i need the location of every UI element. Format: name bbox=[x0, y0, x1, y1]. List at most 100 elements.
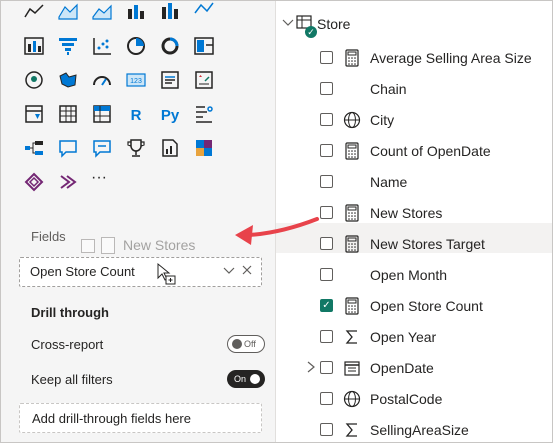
field-checkbox[interactable] bbox=[320, 268, 333, 281]
field-checkbox[interactable] bbox=[320, 237, 333, 250]
field-row[interactable]: Chain bbox=[276, 74, 552, 104]
field-label: Open Year bbox=[370, 329, 437, 345]
table-icon[interactable] bbox=[57, 103, 79, 125]
card-icon[interactable]: 123 bbox=[125, 69, 147, 91]
field-label: Open Store Count bbox=[370, 298, 483, 314]
ribbon-chart-icon[interactable] bbox=[125, 1, 147, 21]
chevron-down-icon[interactable] bbox=[223, 262, 235, 283]
field-checkbox[interactable] bbox=[320, 51, 333, 64]
field-checkbox[interactable] bbox=[320, 175, 333, 188]
field-row[interactable]: OpenDate bbox=[276, 353, 552, 383]
chevron-down-icon[interactable] bbox=[282, 17, 294, 32]
slicer-icon[interactable] bbox=[23, 103, 45, 125]
annotation-arrow-icon bbox=[235, 217, 319, 245]
line-stacked-icon[interactable] bbox=[193, 1, 215, 21]
field-checkbox[interactable] bbox=[320, 113, 333, 126]
map-icon[interactable] bbox=[23, 69, 45, 91]
gauge-icon[interactable] bbox=[91, 69, 113, 91]
ellipsis-icon[interactable]: ··· bbox=[91, 169, 113, 191]
calculator-icon bbox=[343, 297, 361, 315]
drill-through-well[interactable]: Add drill-through fields here bbox=[19, 403, 262, 433]
field-label: New Stores bbox=[370, 205, 443, 221]
globe-icon bbox=[343, 111, 361, 129]
keep-filters-toggle[interactable]: On bbox=[227, 370, 265, 388]
field-label: Name bbox=[370, 174, 408, 190]
svg-text:123: 123 bbox=[130, 78, 142, 85]
multi-row-card-icon[interactable] bbox=[159, 69, 181, 91]
fields-well[interactable]: Open Store Count bbox=[19, 257, 262, 287]
field-row[interactable]: PostalCode bbox=[276, 384, 552, 414]
donut-chart-icon[interactable] bbox=[159, 35, 181, 57]
cross-report-label: Cross-report bbox=[31, 337, 104, 352]
field-label: City bbox=[370, 112, 395, 128]
field-row[interactable]: SellingAreaSize bbox=[276, 415, 552, 442]
smart-narrative-icon[interactable] bbox=[91, 137, 113, 159]
decomposition-tree-icon[interactable] bbox=[23, 137, 45, 159]
chevron-right-icon[interactable] bbox=[306, 359, 316, 378]
field-row[interactable]: City bbox=[276, 105, 552, 135]
field-checkbox[interactable] bbox=[320, 361, 333, 374]
field-checkbox[interactable]: ✓ bbox=[320, 299, 333, 312]
keep-filters-state: On bbox=[234, 374, 247, 384]
matrix-chart-icon[interactable] bbox=[23, 35, 45, 57]
pie-chart-icon[interactable] bbox=[125, 35, 147, 57]
calculator-icon bbox=[343, 235, 361, 253]
field-label: PostalCode bbox=[370, 391, 443, 407]
line-area-chart-icon[interactable] bbox=[57, 1, 79, 21]
field-label: New Stores Target bbox=[370, 236, 485, 252]
field-row[interactable]: Open Year bbox=[276, 322, 552, 352]
calculator-icon bbox=[343, 142, 361, 160]
globe-icon bbox=[343, 390, 361, 408]
field-row[interactable]: Name bbox=[276, 167, 552, 197]
field-checkbox[interactable] bbox=[320, 144, 333, 157]
python-icon[interactable]: Py bbox=[155, 103, 185, 125]
drill-through-title: Drill through bbox=[31, 305, 109, 320]
check-badge-icon: ✓ bbox=[305, 26, 317, 38]
sigma-icon bbox=[343, 328, 361, 346]
calculator-icon bbox=[343, 204, 361, 222]
field-label: Count of OpenDate bbox=[370, 143, 491, 159]
toggle-knob bbox=[250, 374, 260, 384]
toggle-knob bbox=[232, 339, 242, 349]
power-apps-icon[interactable] bbox=[193, 137, 215, 159]
funnel-icon[interactable] bbox=[57, 35, 79, 57]
r-script-icon[interactable]: R bbox=[125, 103, 147, 125]
cross-report-toggle[interactable]: Off bbox=[227, 335, 265, 353]
calendar-icon bbox=[343, 359, 361, 377]
py-label: Py bbox=[161, 107, 180, 124]
field-checkbox[interactable] bbox=[320, 392, 333, 405]
field-row[interactable]: ✓ Open Store Count bbox=[276, 291, 552, 321]
area-chart-icon[interactable] bbox=[23, 1, 45, 21]
field-row[interactable]: Count of OpenDate bbox=[276, 136, 552, 166]
matrix-icon[interactable] bbox=[91, 103, 113, 125]
keep-filters-label: Keep all filters bbox=[31, 372, 113, 387]
field-checkbox[interactable] bbox=[320, 330, 333, 343]
field-checkbox[interactable] bbox=[320, 423, 333, 436]
treemap-icon[interactable] bbox=[193, 35, 215, 57]
stacked-area-icon[interactable] bbox=[91, 1, 113, 21]
drill-through-placeholder: Add drill-through fields here bbox=[32, 411, 191, 426]
close-icon[interactable] bbox=[241, 262, 253, 284]
key-influencers-icon[interactable] bbox=[193, 103, 215, 125]
r-label: R bbox=[131, 107, 142, 124]
field-label: Average Selling Area Size bbox=[370, 50, 532, 66]
field-label: OpenDate bbox=[370, 360, 434, 376]
field-row[interactable]: Open Month bbox=[276, 260, 552, 290]
more-visuals-icon[interactable] bbox=[57, 171, 79, 193]
goals-icon[interactable] bbox=[125, 137, 147, 159]
app-window: 123 R Py ··· Fields New Stores Open Stor… bbox=[0, 0, 553, 443]
field-label: SellingAreaSize bbox=[370, 422, 469, 438]
field-row[interactable]: Average Selling Area Size bbox=[276, 43, 552, 73]
scatter-chart-icon[interactable] bbox=[91, 35, 113, 57]
field-checkbox[interactable] bbox=[320, 82, 333, 95]
calculator-icon bbox=[343, 49, 361, 67]
qa-icon[interactable] bbox=[57, 137, 79, 159]
table-name[interactable]: Store bbox=[317, 16, 350, 32]
paginated-report-icon[interactable] bbox=[159, 137, 181, 159]
power-automate-icon[interactable] bbox=[23, 171, 45, 193]
field-checkbox[interactable] bbox=[320, 206, 333, 219]
filled-map-icon[interactable] bbox=[57, 69, 79, 91]
fields-well-value: Open Store Count bbox=[30, 264, 135, 279]
waterfall-chart-icon[interactable] bbox=[159, 1, 181, 21]
kpi-icon[interactable] bbox=[193, 69, 215, 91]
